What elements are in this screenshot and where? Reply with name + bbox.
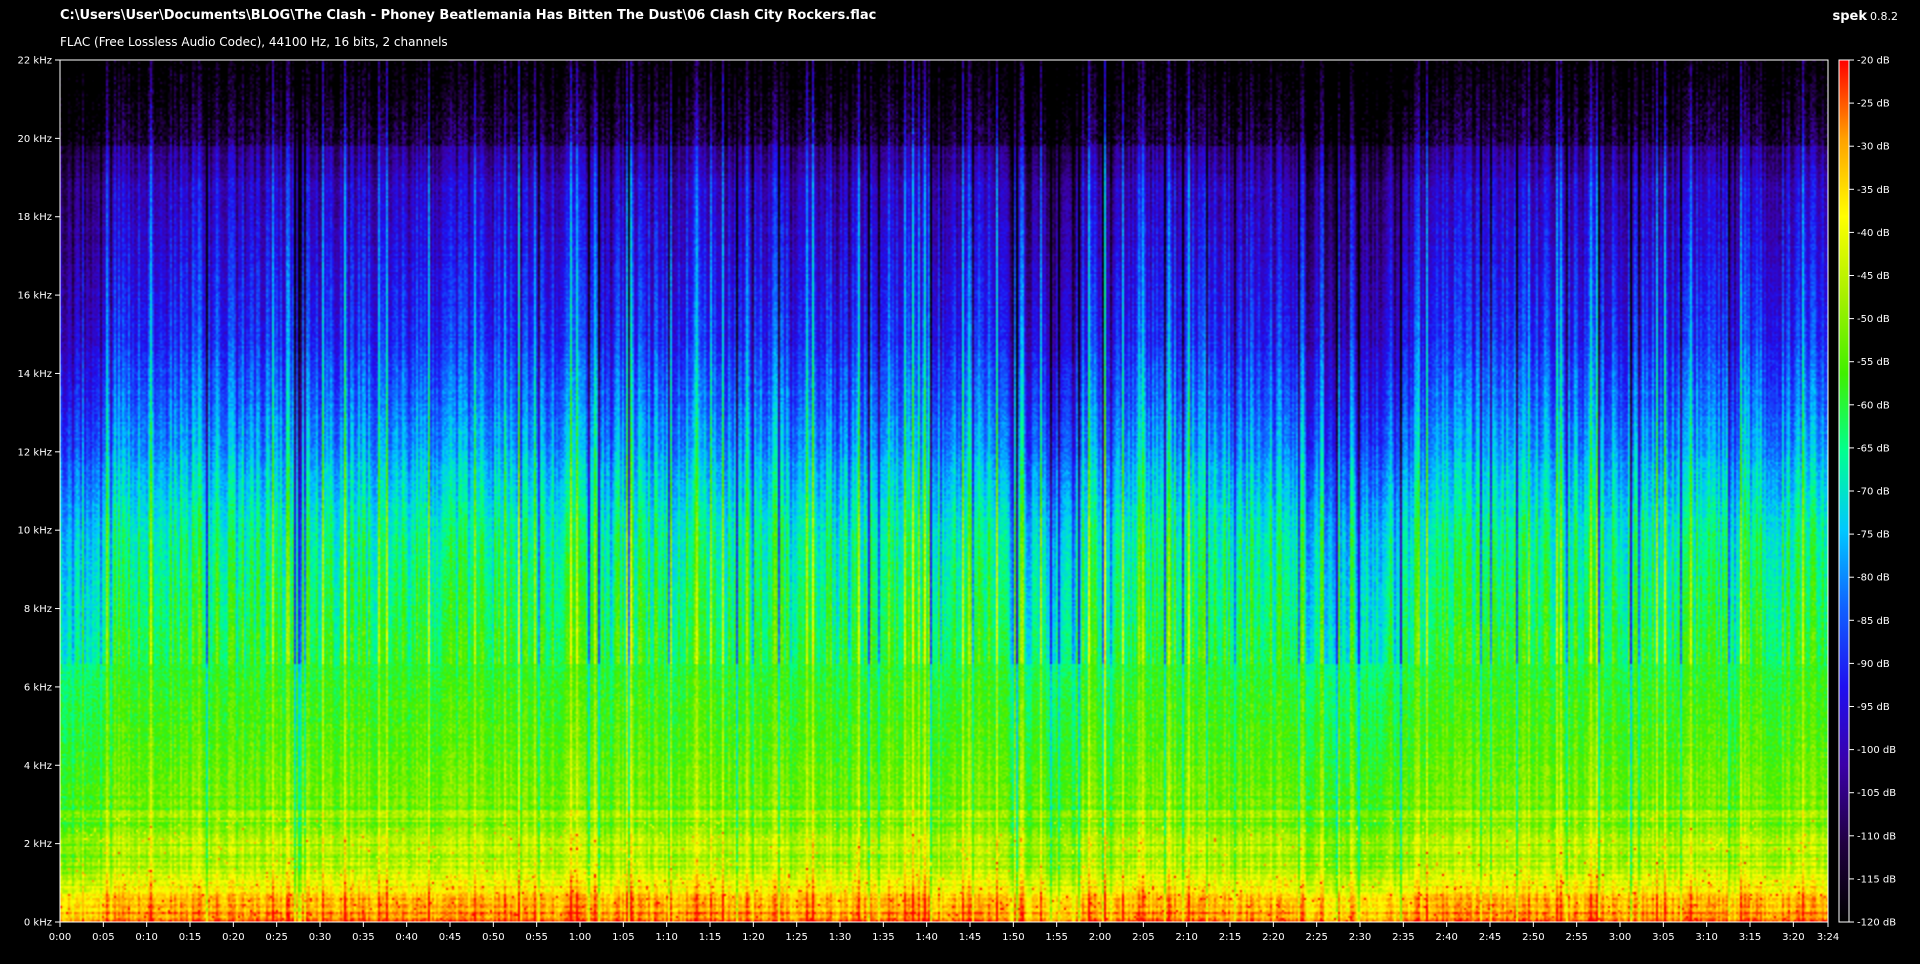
- db-colorbar: [1838, 59, 1850, 923]
- time-tick-label: 3:15: [1739, 932, 1761, 943]
- time-tick-label: 2:40: [1435, 932, 1457, 943]
- time-tick-label: 3:00: [1609, 932, 1631, 943]
- spectrogram-axes: 0 kHz 2 kHz 4 kHz 6 kHz 8 kHz 10 kHz 12 kHz 14 …: [18, 56, 1897, 944]
- time-tick-label: 1:35: [872, 932, 894, 943]
- time-tick-label: 3:24: [1817, 932, 1839, 943]
- db-tick-label: -90 dB: [1857, 659, 1890, 670]
- frequency-tick-label: 2 kHz: [24, 839, 52, 850]
- time-tick-label: 2:05: [1132, 932, 1154, 943]
- time-axis: 0:00 0:05 0:10 0:15 0:20 0:25 0:30 0:35 0:40 0:45…: [49, 922, 1839, 943]
- time-tick-label: 2:20: [1262, 932, 1284, 943]
- time-tick-label: 2:00: [1089, 932, 1111, 943]
- time-tick-label: 2:30: [1349, 932, 1371, 943]
- frequency-tick-label: 12 kHz: [18, 447, 52, 458]
- time-tick-label: 1:15: [699, 932, 721, 943]
- time-tick-label: 1:20: [742, 932, 764, 943]
- db-tick-label: -105 dB: [1857, 788, 1896, 799]
- time-tick-label: 2:35: [1392, 932, 1414, 943]
- db-tick-label: -115 dB: [1857, 874, 1896, 885]
- db-tick-label: -85 dB: [1857, 616, 1890, 627]
- time-tick-label: 0:10: [135, 932, 157, 943]
- time-tick-label: 2:50: [1522, 932, 1544, 943]
- db-tick-label: -40 dB: [1857, 228, 1890, 239]
- time-tick-label: 1:05: [612, 932, 634, 943]
- time-tick-label: 3:10: [1695, 932, 1717, 943]
- time-tick-label: 2:25: [1305, 932, 1327, 943]
- frequency-tick-label: 10 kHz: [18, 526, 52, 537]
- db-tick-label: -30 dB: [1857, 142, 1890, 153]
- db-tick-label: -80 dB: [1857, 573, 1890, 584]
- frequency-tick-label: 4 kHz: [24, 761, 52, 772]
- time-tick-label: 2:15: [1219, 932, 1241, 943]
- time-tick-label: 1:50: [1002, 932, 1024, 943]
- time-tick-label: 0:40: [395, 932, 417, 943]
- db-tick-label: -110 dB: [1857, 831, 1896, 842]
- time-tick-label: 2:55: [1565, 932, 1587, 943]
- db-tick-label: -60 dB: [1857, 400, 1890, 411]
- time-tick-label: 1:25: [785, 932, 807, 943]
- db-scale-axis: -20 dB -25 dB -30 dB -35 dB -40 dB -45 dB -50 …: [1849, 56, 1896, 929]
- db-tick-label: -25 dB: [1857, 99, 1890, 110]
- frequency-tick-label: 8 kHz: [24, 604, 52, 615]
- frequency-tick-label: 6 kHz: [24, 682, 52, 693]
- db-tick-label: -70 dB: [1857, 487, 1890, 498]
- time-tick-label: 1:30: [829, 932, 851, 943]
- time-tick-label: 1:40: [915, 932, 937, 943]
- frequency-tick-label: 22 kHz: [18, 56, 52, 67]
- time-tick-label: 0:15: [179, 932, 201, 943]
- time-tick-label: 0:50: [482, 932, 504, 943]
- db-tick-label: -20 dB: [1857, 56, 1890, 67]
- time-tick-label: 0:35: [352, 932, 374, 943]
- plot-frame: [59, 59, 1829, 923]
- time-tick-label: 2:45: [1479, 932, 1501, 943]
- db-tick-label: -75 dB: [1857, 530, 1890, 541]
- db-tick-label: -65 dB: [1857, 443, 1890, 454]
- db-tick-label: -45 dB: [1857, 271, 1890, 282]
- db-tick-label: -95 dB: [1857, 702, 1890, 713]
- time-tick-label: 1:55: [1045, 932, 1067, 943]
- frequency-tick-label: 18 kHz: [18, 212, 52, 223]
- time-tick-label: 0:05: [92, 932, 114, 943]
- frequency-axis: 0 kHz 2 kHz 4 kHz 6 kHz 8 kHz 10 kHz 12 kHz 14 …: [18, 56, 60, 929]
- frequency-tick-label: 0 kHz: [24, 918, 52, 929]
- db-tick-label: -35 dB: [1857, 185, 1890, 196]
- frequency-tick-label: 20 kHz: [18, 134, 52, 145]
- time-tick-label: 1:00: [569, 932, 591, 943]
- time-tick-label: 0:20: [222, 932, 244, 943]
- time-tick-label: 0:25: [265, 932, 287, 943]
- time-tick-label: 3:05: [1652, 932, 1674, 943]
- time-tick-label: 3:20: [1782, 932, 1804, 943]
- time-tick-label: 0:00: [49, 932, 71, 943]
- db-tick-label: -50 dB: [1857, 314, 1890, 325]
- time-tick-label: 0:30: [309, 932, 331, 943]
- time-tick-label: 1:10: [655, 932, 677, 943]
- db-tick-label: -120 dB: [1857, 918, 1896, 929]
- frequency-tick-label: 16 kHz: [18, 291, 52, 302]
- db-tick-label: -55 dB: [1857, 357, 1890, 368]
- time-tick-label: 2:10: [1175, 932, 1197, 943]
- time-tick-label: 1:45: [959, 932, 981, 943]
- db-tick-label: -100 dB: [1857, 745, 1896, 756]
- time-tick-label: 0:55: [525, 932, 547, 943]
- frequency-tick-label: 14 kHz: [18, 369, 52, 380]
- time-tick-label: 0:45: [439, 932, 461, 943]
